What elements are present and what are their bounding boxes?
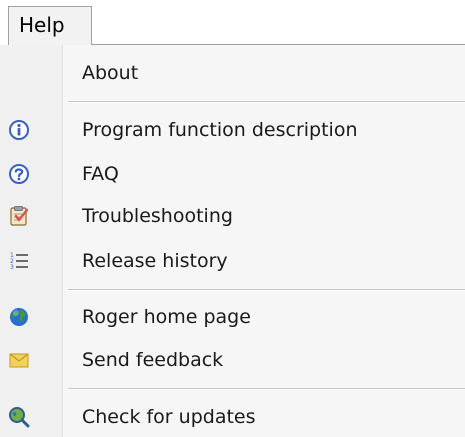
menu-separator: [68, 388, 465, 390]
help-menu-label: Help: [19, 13, 65, 37]
menu-item-program-function-description[interactable]: Program function description: [0, 110, 465, 150]
menu-item-troubleshooting-label: Troubleshooting: [82, 205, 233, 227]
help-menu-tab[interactable]: Help: [8, 6, 92, 45]
magnifier-globe-icon: [8, 406, 30, 428]
menu-item-release-history-label: Release history: [82, 250, 228, 272]
info-icon: [8, 119, 30, 141]
clipboard-check-icon: [8, 205, 30, 227]
help-dropdown-menu: About Program function description FAQ T…: [0, 45, 465, 437]
menu-item-send-feedback[interactable]: Send feedback: [0, 340, 465, 380]
menu-item-roger-home-page-label: Roger home page: [82, 306, 251, 328]
menu-item-about-label: About: [82, 62, 139, 84]
menu-item-faq[interactable]: FAQ: [0, 154, 465, 194]
menu-item-roger-home-page[interactable]: Roger home page: [0, 297, 465, 337]
envelope-icon: [8, 349, 30, 371]
menu-bar: Help: [0, 0, 465, 46]
menu-item-send-feedback-label: Send feedback: [82, 349, 224, 371]
question-icon: [8, 163, 30, 185]
menu-item-program-function-description-label: Program function description: [82, 119, 358, 141]
menu-item-release-history[interactable]: 1 2 3 Release history: [0, 241, 465, 281]
menu-item-faq-label: FAQ: [82, 163, 119, 185]
menu-item-check-for-updates-label: Check for updates: [82, 406, 256, 428]
menu-separator: [68, 289, 465, 291]
menu-item-check-for-updates[interactable]: Check for updates: [0, 397, 465, 437]
menu-item-about[interactable]: About: [0, 53, 465, 93]
globe-icon: [8, 306, 30, 328]
svg-text:3: 3: [10, 264, 14, 271]
menu-separator: [68, 101, 465, 103]
menu-item-troubleshooting[interactable]: Troubleshooting: [0, 196, 465, 236]
numbered-list-icon: 1 2 3: [8, 250, 30, 272]
